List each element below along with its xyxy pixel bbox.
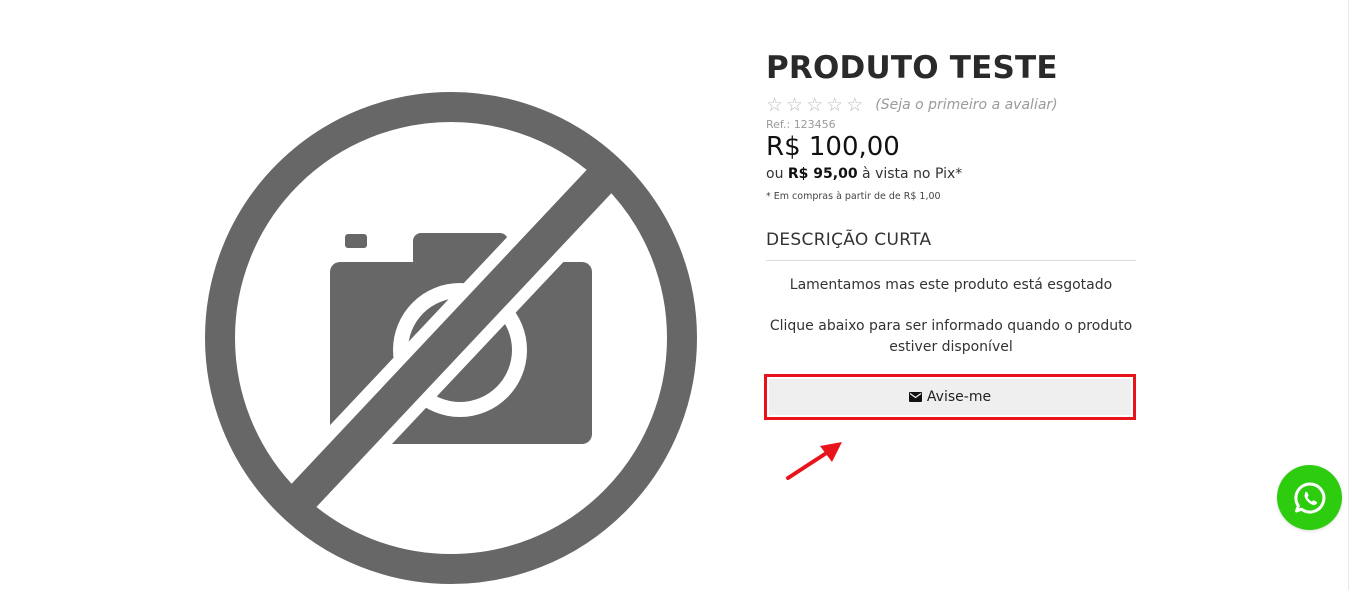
mail-icon [908,392,922,402]
rating-link[interactable]: (Seja o primeiro a avaliar) [875,97,1057,113]
divider [766,260,1136,261]
notify-me-label: Avise-me [926,389,992,405]
star-icon[interactable]: ☆ [826,95,843,115]
whatsapp-icon [1293,481,1325,513]
page-border [1348,0,1349,590]
notify-me-button[interactable]: Avise-me [769,379,1131,415]
product-image-placeholder [205,92,697,584]
product-price: R$ 100,00 [766,132,900,162]
whatsapp-button[interactable] [1277,465,1342,530]
notify-info-message: Clique abaixo para ser informado quando … [769,318,1133,355]
rating-stars[interactable]: ☆ ☆ ☆ ☆ ☆ [766,95,863,115]
product-rating: ☆ ☆ ☆ ☆ ☆ (Seja o primeiro a avaliar) [766,95,1058,115]
notify-highlight: Avise-me [764,374,1136,420]
annotation-arrow-icon [786,442,842,480]
star-icon[interactable]: ☆ [786,95,803,115]
no-photo-icon [205,92,697,584]
out-of-stock-message: Lamentamos mas este produto está esgotad… [789,277,1113,293]
pix-price: R$ 95,00 [787,166,858,182]
star-icon[interactable]: ☆ [846,95,863,115]
pix-note: * Em compras à partir de de R$ 1,00 [766,191,941,202]
pix-price-line: ou R$ 95,00 à vista no Pix* [766,166,962,182]
pix-prefix: ou [766,166,784,182]
product-ref: Ref.: 123456 [766,118,836,131]
product-title: PRODUTO TESTE [766,50,1058,86]
pix-suffix: à vista no Pix* [862,166,963,182]
star-icon[interactable]: ☆ [766,95,783,115]
short-description-title: DESCRIÇÃO CURTA [766,230,932,250]
star-icon[interactable]: ☆ [806,95,823,115]
